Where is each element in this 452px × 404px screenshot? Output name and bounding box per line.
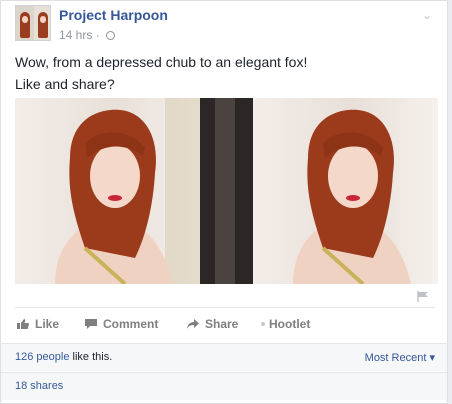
post-timestamp[interactable]: 14 hrs: [59, 28, 92, 42]
post-meta: 14 hrs ·: [59, 28, 116, 42]
hootlet-label: Hootlet: [269, 317, 311, 331]
post-header: Project Harpoon 14 hrs · ⌄: [15, 3, 435, 43]
comment-icon: [85, 319, 97, 329]
likes-count-link[interactable]: 126 people: [15, 351, 69, 363]
post-text: Wow, from a depressed chub to an elegant…: [15, 51, 307, 95]
globe-icon: [106, 31, 116, 40]
shares-link[interactable]: 18 shares: [15, 380, 63, 392]
likes-summary: 126 people like this.: [15, 351, 112, 363]
share-arrow-icon: [187, 319, 199, 329]
photo-collage: [15, 98, 438, 284]
sort-label: Most Recent: [364, 352, 427, 364]
share-button[interactable]: Share: [187, 317, 238, 331]
flag-icon[interactable]: [417, 291, 429, 302]
post-text-line-1: Wow, from a depressed chub to an elegant…: [15, 54, 308, 70]
comment-button[interactable]: Comment: [85, 317, 158, 331]
thumbs-up-icon: [17, 319, 29, 329]
page-name-link[interactable]: Project Harpoon: [59, 7, 168, 23]
like-button[interactable]: Like: [17, 317, 59, 331]
meta-separator: ·: [95, 28, 100, 42]
post-photo[interactable]: [15, 98, 438, 284]
like-label: Like: [35, 317, 60, 331]
post-actions: Like Comment Share Hootlet: [15, 307, 435, 341]
share-label: Share: [205, 317, 239, 331]
likes-suffix: like this.: [69, 351, 113, 363]
post-text-line-2: Like and share?: [15, 76, 115, 92]
hootlet-icon: [261, 322, 265, 326]
caret-down-icon: ▾: [429, 352, 435, 364]
comment-sort-dropdown[interactable]: Most Recent ▾: [365, 351, 435, 364]
page-avatar[interactable]: [15, 5, 51, 41]
likes-bar: 126 people like this. Most Recent ▾: [1, 343, 447, 371]
post-card: Project Harpoon 14 hrs · ⌄ Wow, from a d…: [0, 0, 448, 404]
hootlet-button[interactable]: Hootlet: [261, 317, 310, 331]
chevron-down-icon[interactable]: ⌄: [419, 7, 435, 23]
comment-label: Comment: [103, 317, 159, 331]
shares-bar: 18 shares: [1, 372, 447, 400]
